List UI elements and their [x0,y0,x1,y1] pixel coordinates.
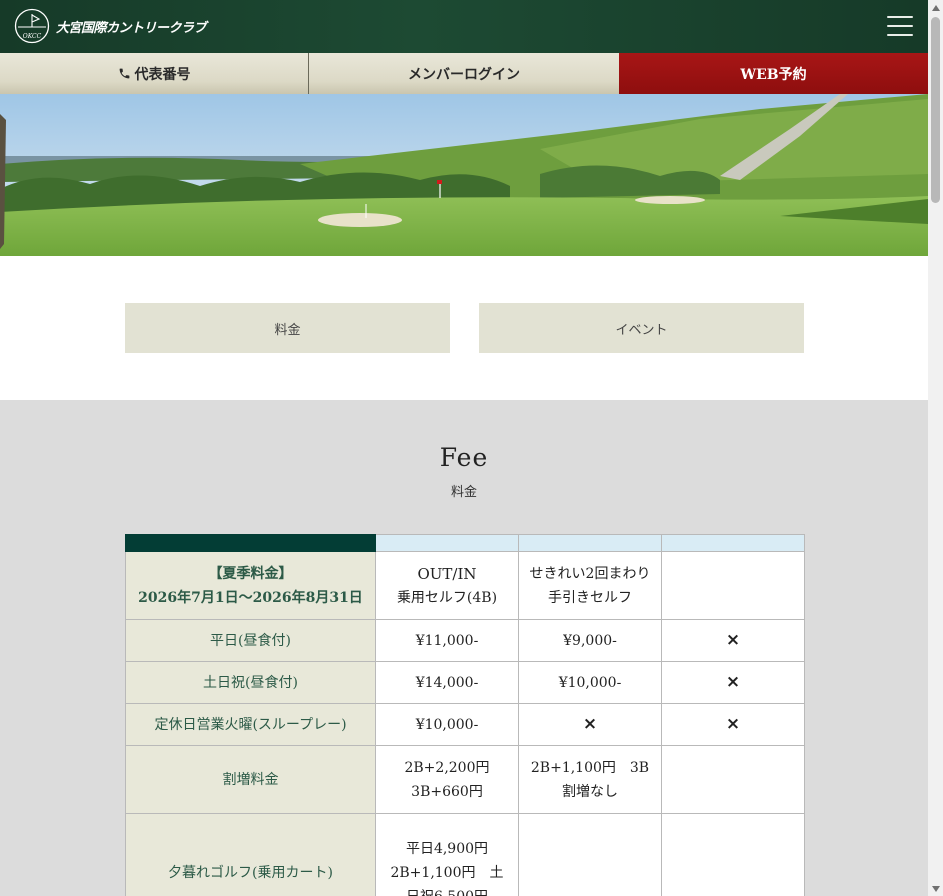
site-header: OKCC 大宮国際カントリークラブ [0,0,928,53]
table-header-cell [661,534,805,552]
table-row-season: 【夏季料金】 2026年7月1日～2026年8月31日 OUT/IN 乗用セルフ… [125,551,805,620]
table-cell: ¥9,000- [518,619,662,662]
table-cell-empty [661,745,805,814]
table-cell: ¥10,000- [375,703,519,746]
table-header-bar [125,534,805,552]
scroll-down-arrow-icon[interactable] [928,881,943,896]
cell-line: 日祝6,500円 [382,885,512,896]
season-label-cell: 【夏季料金】 2026年7月1日～2026年8月31日 [125,551,376,620]
golf-course-illustration [0,94,928,256]
season-title: 【夏季料金】 [208,565,293,582]
table-cell-empty [661,813,805,896]
column-header-line: 手引きセルフ [548,589,632,606]
table-cell: ¥10,000- [518,661,662,704]
row-label: 平日(昼食付) [125,619,376,662]
season-period: 2026年7月1日～2026年8月31日 [138,589,363,606]
cell-line: 2B+2,200円 [404,759,490,776]
table-row: 割増料金 2B+2,200円 3B+660円 2B+1,100円 3B 割増なし [125,745,805,814]
column-header-sekirei: せきれい2回まわり 手引きセルフ [518,551,662,620]
not-available-cell: × [661,619,805,662]
fee-title: Fee [439,443,489,472]
table-cell: 2B+2,200円 3B+660円 [375,745,519,814]
table-header-cell [375,534,519,552]
top-nav: 代表番号 メンバーログイン WEB予約 [0,53,928,94]
column-header-line: 乗用セルフ(4B) [396,589,498,606]
hero-golf-course-image [0,94,928,256]
table-row: 定休日営業火曜(スループレー) ¥10,000- × × [125,703,805,746]
row-label: 定休日営業火曜(スループレー) [125,703,376,746]
row-label: 土日祝(昼食付) [125,661,376,704]
cell-line: 2B+1,100円 土 [390,864,504,881]
fee-table: 【夏季料金】 2026年7月1日～2026年8月31日 OUT/IN 乗用セルフ… [125,534,805,896]
table-cell-empty [518,813,662,896]
column-header-empty [661,551,805,620]
cross-icon: × [725,714,741,734]
table-cell: 平日4,900円 2B+1,100円 土 日祝6,500円 [375,813,519,896]
phone-number-button[interactable]: 代表番号 [0,53,309,94]
not-available-cell: × [661,661,805,704]
column-header-line: せきれい2回まわり [529,565,651,582]
content-tabs: 料金 イベント [125,303,804,353]
table-cell: 2B+1,100円 3B 割増なし [518,745,662,814]
cross-icon: × [725,672,741,692]
cell-line: 3B+660円 [411,783,483,800]
member-login-button[interactable]: メンバーログイン [309,53,619,94]
cell-line: 割増なし [562,783,618,800]
not-available-cell: × [518,703,662,746]
table-cell: ¥11,000- [375,619,519,662]
cell-line: 2B+1,100円 3B [530,759,650,776]
table-row: 平日(昼食付) ¥11,000- ¥9,000- × [125,619,805,662]
table-header-cell [125,534,376,552]
table-row: 土日祝(昼食付) ¥14,000- ¥10,000- × [125,661,805,704]
phone-icon [119,68,129,79]
cell-line: 平日4,900円 [405,840,489,857]
tab-event[interactable]: イベント [479,303,804,353]
member-login-label: メンバーログイン [408,66,520,83]
page: OKCC 大宮国際カントリークラブ 代表番号 メンバーログイン WEB予約 料金… [0,0,928,896]
hamburger-menu-button[interactable] [887,16,913,36]
table-header-cell [518,534,662,552]
web-reservation-label: WEB予約 [740,66,807,83]
row-label: 夕暮れゴルフ(乗用カート) [125,813,376,896]
logo-mark-icon: OKCC [14,8,50,44]
fee-subtitle: 料金 [450,485,477,500]
column-header-out-in: OUT/IN 乗用セルフ(4B) [375,551,519,620]
logo-mark-text: OKCC [23,33,42,40]
scroll-up-arrow-icon[interactable] [928,0,943,15]
hamburger-icon-line [887,16,913,18]
table-cell: ¥14,000- [375,661,519,704]
logo-text: 大宮国際カントリークラブ [56,20,207,36]
hamburger-icon-line [887,25,913,27]
hamburger-icon-line [887,34,913,36]
cross-icon: × [725,630,741,650]
scrollbar-thumb[interactable] [931,17,940,203]
row-label: 割増料金 [125,745,376,814]
not-available-cell: × [661,703,805,746]
web-reservation-button[interactable]: WEB予約 [619,53,928,94]
phone-number-label: 代表番号 [134,66,191,83]
site-logo[interactable]: OKCC 大宮国際カントリークラブ [14,8,207,44]
table-row: 夕暮れゴルフ(乗用カート) 平日4,900円 2B+1,100円 土 日祝6,5… [125,813,805,896]
vertical-scrollbar[interactable] [928,0,943,896]
cross-icon: × [582,714,598,734]
column-header-line: OUT/IN [417,564,477,583]
tab-fee[interactable]: 料金 [125,303,450,353]
